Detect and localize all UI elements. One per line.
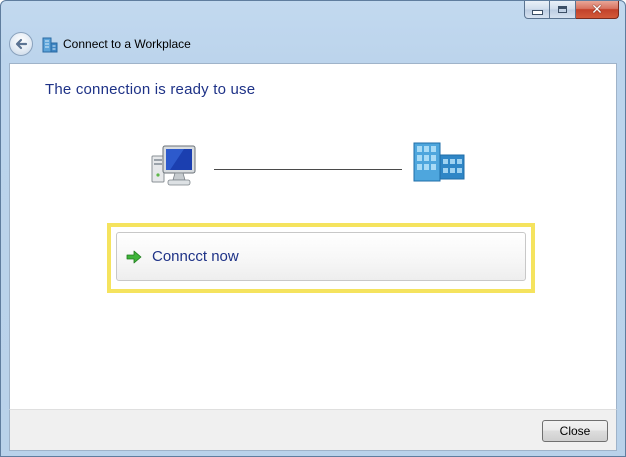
back-arrow-icon bbox=[15, 38, 28, 50]
minimize-button[interactable] bbox=[524, 1, 550, 19]
window-close-button[interactable]: ✕ bbox=[576, 1, 619, 19]
workplace-building-icon bbox=[41, 35, 59, 53]
close-button[interactable]: Close bbox=[542, 420, 608, 442]
page-heading: The connection is ready to use bbox=[45, 81, 256, 98]
computer-icon bbox=[148, 142, 200, 190]
maximize-button[interactable] bbox=[550, 1, 576, 19]
wizard-header: Connect to a Workplace bbox=[9, 29, 191, 59]
maximize-icon bbox=[558, 6, 567, 13]
back-button[interactable] bbox=[9, 32, 33, 56]
wizard-content: The connection is ready to use Conncct n… bbox=[9, 63, 617, 410]
green-arrow-icon bbox=[126, 250, 142, 263]
connect-now-button[interactable]: Conncct now bbox=[116, 232, 526, 281]
minimize-icon bbox=[531, 10, 543, 15]
window-controls: ✕ bbox=[524, 1, 619, 20]
workplace-building-large-icon bbox=[412, 141, 468, 183]
close-icon: ✕ bbox=[591, 1, 603, 18]
window-title: Connect to a Workplace bbox=[63, 37, 191, 51]
wizard-window: ✕ Connect to a Workplace The connection … bbox=[0, 0, 626, 457]
wizard-footer: Close bbox=[9, 409, 617, 451]
connect-now-label: Conncct now bbox=[152, 248, 239, 265]
connection-line bbox=[214, 169, 402, 170]
